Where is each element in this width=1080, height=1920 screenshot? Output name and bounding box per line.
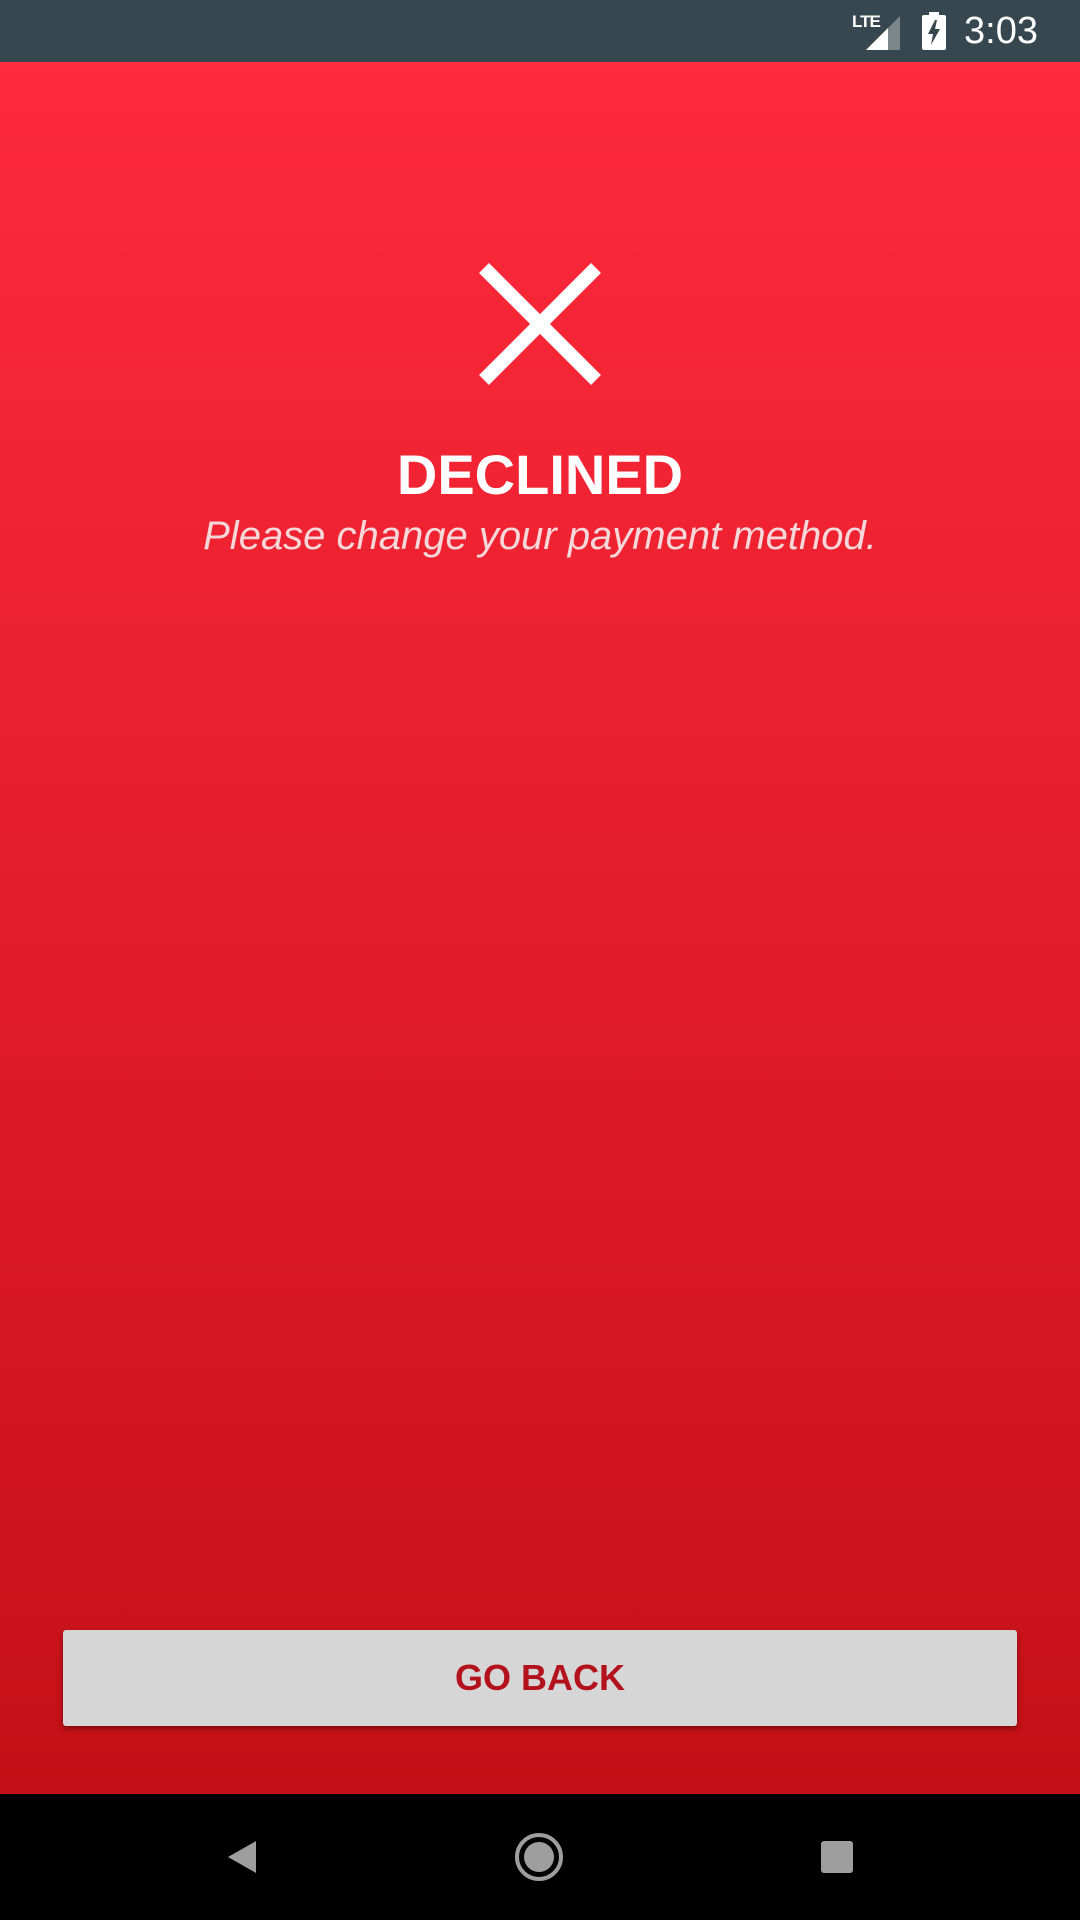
declined-content: DECLINED Please change your payment meth… bbox=[0, 62, 1080, 1794]
close-icon bbox=[479, 263, 601, 385]
navigation-bar bbox=[0, 1794, 1080, 1920]
recents-icon bbox=[821, 1841, 853, 1873]
status-message: Please change your payment method. bbox=[203, 514, 877, 558]
status-title: DECLINED bbox=[396, 443, 684, 506]
battery-charging-icon bbox=[922, 12, 946, 50]
nav-back-button[interactable] bbox=[212, 1827, 272, 1887]
signal-icon bbox=[866, 16, 900, 50]
status-clock: 3:03 bbox=[964, 10, 1038, 52]
nav-recents-button[interactable] bbox=[807, 1827, 867, 1887]
nav-home-button[interactable] bbox=[509, 1827, 569, 1887]
declined-screen: LTE 3:03 DECLINED Please change your pay… bbox=[0, 0, 1080, 1920]
back-icon bbox=[228, 1841, 256, 1873]
go-back-button[interactable]: GO BACK bbox=[63, 1630, 1017, 1726]
home-icon bbox=[515, 1833, 563, 1881]
status-bar: LTE 3:03 bbox=[0, 0, 1080, 62]
